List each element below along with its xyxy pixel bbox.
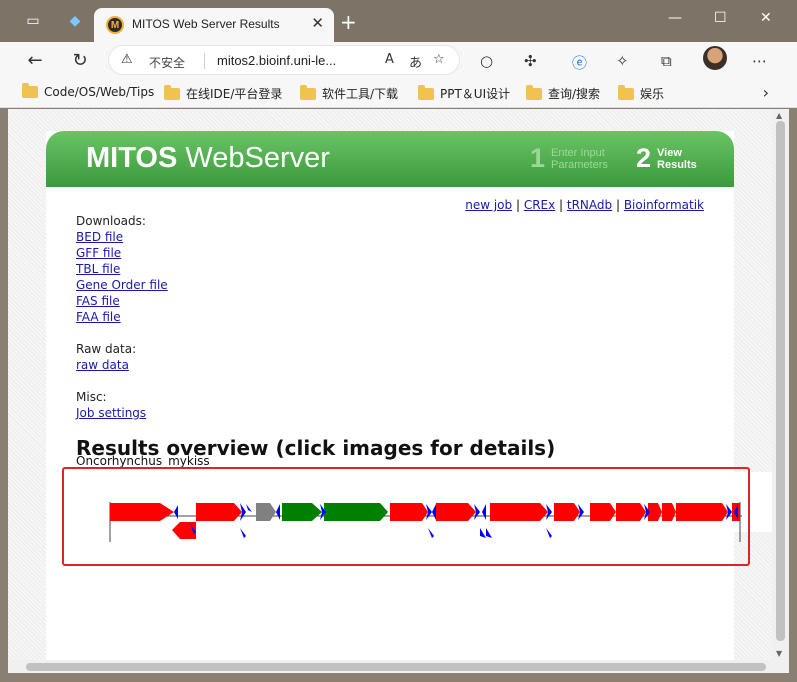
close-tab-icon[interactable]: ✕: [311, 14, 324, 32]
site-banner: MITOS WebServer 1 Enter Input Parameters …: [46, 131, 734, 187]
extensions-icon[interactable]: ✣: [524, 52, 537, 70]
favorites-icon[interactable]: ✧: [616, 52, 629, 70]
tab-bar: ▭ ◆ M MITOS Web Server Results ✕ + — ☐ ✕: [0, 0, 797, 42]
download-gene-order[interactable]: Gene Order file: [76, 277, 168, 293]
more-menu-icon[interactable]: ⋯: [752, 52, 767, 70]
download-bed[interactable]: BED file: [76, 229, 168, 245]
tab-actions-icon[interactable]: ▭: [22, 10, 44, 32]
vertical-scroll-thumb[interactable]: [776, 121, 785, 641]
raw-data-section: Raw data: raw data: [76, 341, 136, 373]
folder-icon: [22, 83, 38, 98]
folder-icon: [164, 84, 180, 100]
download-faa[interactable]: FAA file: [76, 309, 168, 325]
page-viewport: MITOS WebServer 1 Enter Input Parameters …: [8, 109, 789, 673]
address-bar[interactable]: ⚠ 不安全 mitos2.bioinf.uni-le... A あ ☆: [108, 45, 460, 75]
species-name: Oncorhynchus_mykiss: [76, 454, 210, 468]
page-content: MITOS WebServer 1 Enter Input Parameters …: [46, 131, 734, 661]
bookmarks-bar: Code/OS/Web/Tips 在线IDE/平台登录 软件工具/下载 PPT＆…: [0, 78, 797, 108]
site-logo[interactable]: MITOS WebServer: [86, 142, 330, 175]
raw-data-label: Raw data:: [76, 342, 137, 356]
warning-icon: ⚠: [121, 52, 133, 67]
folder-icon: [418, 84, 434, 100]
horizontal-scrollbar[interactable]: [8, 660, 789, 673]
step-enter-input[interactable]: 1 Enter Input Parameters: [530, 143, 608, 174]
close-window-icon[interactable]: ✕: [760, 10, 772, 26]
back-icon[interactable]: ←: [24, 49, 46, 71]
url-text[interactable]: mitos2.bioinf.uni-le...: [217, 53, 336, 68]
tab-title: MITOS Web Server Results: [132, 17, 280, 31]
edge-icon[interactable]: ⓔ: [572, 52, 587, 73]
link-trnadb[interactable]: tRNAdb: [567, 198, 612, 212]
browser-toolbar: ← ↻ ⚠ 不安全 mitos2.bioinf.uni-le... A あ ☆ …: [0, 42, 797, 78]
bookmark-folder[interactable]: PPT＆UI设计: [418, 84, 510, 102]
folder-icon: [300, 84, 316, 100]
workspaces-icon[interactable]: ◆: [64, 10, 86, 32]
misc-section: Misc: Job settings: [76, 389, 146, 421]
read-aloud-icon[interactable]: A: [385, 52, 394, 67]
step-view-results[interactable]: 2 View Results: [636, 143, 697, 174]
minimize-icon[interactable]: —: [668, 10, 682, 26]
collections-icon[interactable]: ⧉: [661, 52, 672, 70]
results-highlight-box: [62, 467, 750, 566]
top-links: new job | CREx | tRNAdb | Bioinformatik: [465, 198, 704, 212]
folder-icon: [618, 84, 634, 100]
download-fas[interactable]: FAS file: [76, 293, 168, 309]
bookmark-folder[interactable]: 查询/搜索: [526, 84, 600, 102]
downloads-section: Downloads: BED file GFF file TBL file Ge…: [76, 213, 168, 325]
scroll-up-icon[interactable]: ▲: [776, 111, 782, 120]
bookmark-folder[interactable]: 娱乐: [618, 84, 664, 102]
downloads-label: Downloads:: [76, 214, 146, 228]
bookmark-folder[interactable]: 在线IDE/平台登录: [164, 84, 282, 102]
vertical-scrollbar[interactable]: ▲ ▼: [772, 109, 789, 660]
scroll-down-icon[interactable]: ▼: [776, 649, 782, 658]
translate-icon[interactable]: あ: [409, 52, 422, 71]
browser-tab[interactable]: M MITOS Web Server Results ✕: [94, 8, 334, 42]
security-label: 不安全: [149, 56, 186, 70]
raw-data-link[interactable]: raw data: [76, 357, 136, 373]
download-tbl[interactable]: TBL file: [76, 261, 168, 277]
link-new-job[interactable]: new job: [465, 198, 512, 212]
job-settings-link[interactable]: Job settings: [76, 405, 146, 421]
chevron-right-icon[interactable]: ›: [763, 83, 769, 102]
circle-icon[interactable]: ○: [480, 52, 493, 70]
refresh-icon[interactable]: ↻: [69, 49, 91, 71]
favorite-add-icon[interactable]: ☆: [433, 52, 445, 67]
download-gff[interactable]: GFF file: [76, 245, 168, 261]
link-bioinformatik[interactable]: Bioinformatik: [624, 198, 704, 212]
bookmark-folder[interactable]: Code/OS/Web/Tips: [22, 83, 154, 99]
bookmark-folder[interactable]: 软件工具/下载: [300, 84, 398, 102]
favicon-icon: M: [106, 16, 124, 34]
horizontal-scroll-thumb[interactable]: [26, 663, 766, 671]
folder-icon: [526, 84, 542, 100]
maximize-icon[interactable]: ☐: [714, 10, 727, 26]
profile-avatar[interactable]: [703, 46, 727, 70]
misc-label: Misc:: [76, 390, 107, 404]
link-crex[interactable]: CREx: [524, 198, 555, 212]
new-tab-icon[interactable]: +: [340, 10, 357, 34]
